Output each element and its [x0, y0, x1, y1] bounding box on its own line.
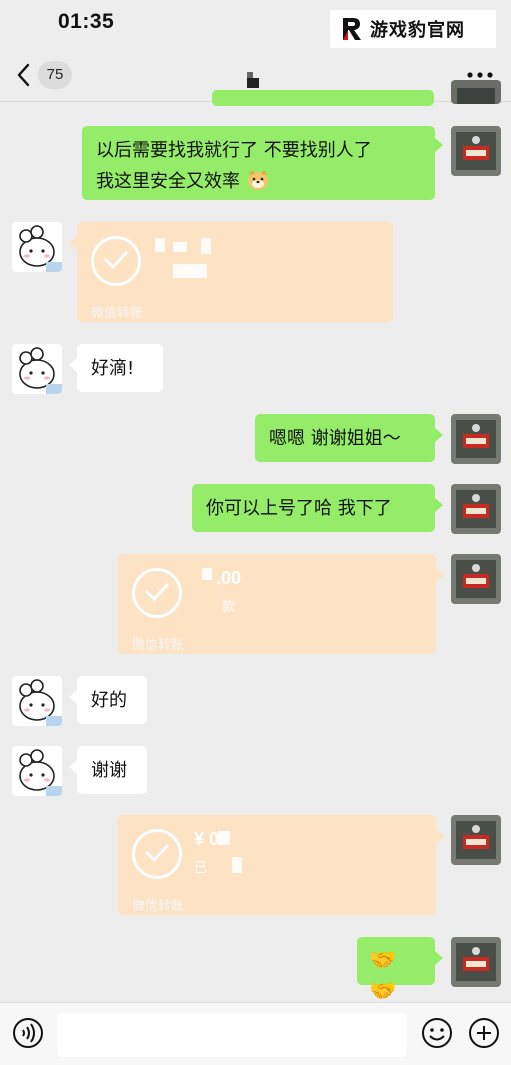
bubble-tail [435, 498, 443, 512]
transfer-card[interactable]: 微信转账 [77, 222, 393, 322]
bubble-tail [69, 358, 77, 372]
doge-emoji-icon [247, 170, 268, 190]
watermark-text: 游戏豹官网 [370, 20, 465, 41]
my-avatar-image [451, 484, 501, 534]
my-avatar[interactable] [451, 484, 501, 534]
chat-input-bar [0, 1002, 511, 1065]
my-avatar[interactable] [451, 815, 501, 865]
redaction [173, 264, 207, 278]
transfer-check-icon [132, 568, 182, 618]
watermark-logo [343, 18, 361, 40]
my-avatar[interactable] [451, 80, 501, 104]
bubble-tail [69, 760, 77, 774]
contact-avatar[interactable] [12, 222, 62, 272]
unread-count-badge[interactable]: 75 [38, 61, 72, 89]
message-bubble-outgoing[interactable]: 以后需要找我就行了 不要找别人了 我这里安全又效率 [82, 126, 435, 200]
message-text: 好滴! [91, 358, 135, 379]
contact-avatar-image [12, 746, 62, 796]
transfer-label: 微信转账 [132, 899, 185, 914]
back-icon[interactable] [14, 62, 34, 88]
redaction [201, 238, 211, 254]
bubble-tail [436, 829, 444, 843]
transfer-label: 微信转账 [132, 638, 185, 653]
contact-avatar[interactable] [12, 746, 62, 796]
chat-title-mark [247, 72, 259, 88]
emoji-icon[interactable] [421, 1017, 453, 1049]
my-avatar-image [451, 554, 501, 604]
transfer-status: 已 [194, 861, 208, 876]
plus-icon[interactable] [468, 1017, 500, 1049]
transfer-label: 微信转账 [91, 306, 144, 321]
message-bubble-outgoing[interactable]: 你可以上号了哈 我下了 [192, 484, 435, 532]
transfer-status: 款 [222, 600, 236, 615]
my-avatar-image [451, 414, 501, 464]
message-input[interactable] [57, 1013, 407, 1057]
message-text: 我这里安全又效率 [96, 166, 421, 197]
contact-avatar-image [12, 344, 62, 394]
bubble-tail [436, 568, 444, 582]
my-avatar-image [451, 937, 501, 987]
watermark: 游戏豹官网 [330, 10, 496, 48]
bubble-tail [435, 428, 443, 442]
contact-avatar-image [12, 222, 62, 272]
transfer-check-icon [132, 829, 182, 879]
message-text: 以后需要找我就行了 不要找别人了 [96, 140, 372, 161]
redaction [232, 857, 242, 873]
redaction [202, 568, 212, 580]
message-text: 嗯嗯 谢谢姐姐～ [269, 428, 401, 449]
transfer-amount: ¥ 0 [194, 829, 220, 849]
redaction [155, 238, 165, 252]
contact-avatar-image [12, 676, 62, 726]
message-bubble-outgoing[interactable]: 嗯嗯 谢谢姐姐～ [255, 414, 435, 462]
my-avatar-image [451, 126, 501, 176]
my-avatar[interactable] [451, 126, 501, 176]
handshake-emoji: 🤝🤝 [369, 948, 397, 1004]
voice-icon[interactable] [12, 1017, 44, 1049]
transfer-amount: .00 [216, 568, 242, 588]
message-bubble-incoming[interactable]: 好滴! [77, 344, 163, 392]
bubble-tail [69, 236, 77, 250]
transfer-card[interactable]: .00 款 微信转账 [118, 554, 436, 654]
transfer-check-icon [91, 236, 141, 286]
status-time: 01:35 [58, 10, 115, 33]
transfer-card[interactable]: ¥ 0 已 微信转账 [118, 815, 436, 915]
my-avatar[interactable] [451, 414, 501, 464]
message-bubble-incoming[interactable]: 好的 [77, 676, 147, 724]
redaction [173, 242, 187, 252]
my-avatar[interactable] [451, 554, 501, 604]
message-bubble-partial[interactable] [212, 90, 434, 106]
my-avatar[interactable] [451, 937, 501, 987]
my-avatar-image [451, 80, 501, 104]
contact-avatar[interactable] [12, 344, 62, 394]
message-bubble-incoming[interactable]: 谢谢 [77, 746, 147, 794]
message-text: 你可以上号了哈 我下了 [206, 498, 392, 519]
bubble-tail [69, 690, 77, 704]
message-bubble-outgoing[interactable]: 🤝🤝 [357, 937, 435, 1004]
message-text: 好的 [91, 690, 127, 711]
redaction [218, 831, 230, 845]
bubble-tail [435, 951, 443, 965]
my-avatar-image [451, 815, 501, 865]
bubble-tail [435, 138, 443, 152]
message-text: 谢谢 [91, 760, 127, 781]
contact-avatar[interactable] [12, 676, 62, 726]
